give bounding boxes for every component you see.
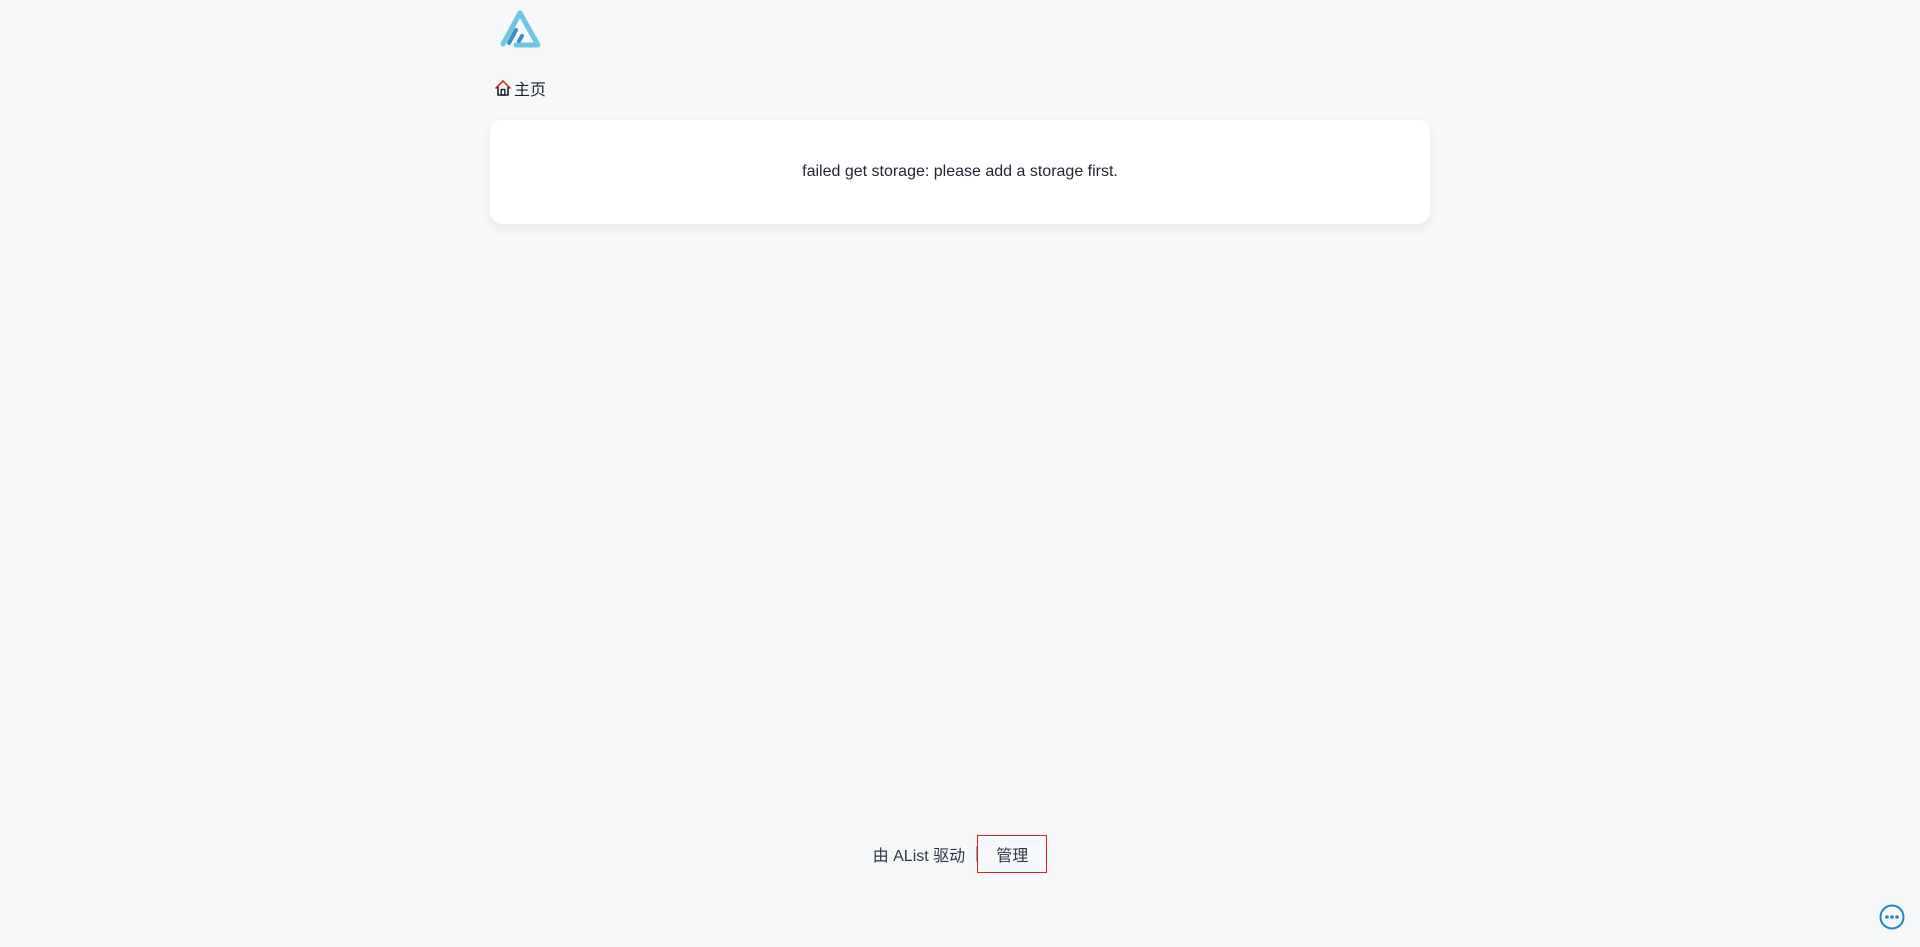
error-message: failed get storage: please add a storage… bbox=[802, 163, 1118, 180]
alist-logo-icon[interactable] bbox=[498, 10, 542, 50]
powered-by-link[interactable]: 由 AList 驱动 bbox=[873, 842, 965, 866]
breadcrumb-home[interactable]: 主页 bbox=[494, 76, 546, 100]
more-horizontal-icon[interactable] bbox=[1878, 903, 1906, 931]
footer: 由 AList 驱动 | 管理 bbox=[0, 835, 1920, 873]
manage-link[interactable]: 管理 bbox=[977, 835, 1048, 873]
home-icon bbox=[495, 80, 511, 96]
breadcrumb-home-label: 主页 bbox=[514, 82, 547, 99]
manage-link-label: 管理 bbox=[996, 848, 1029, 865]
page: 主页 failed get storage: please add a stor… bbox=[0, 0, 1920, 947]
error-card: failed get storage: please add a storage… bbox=[490, 120, 1430, 224]
